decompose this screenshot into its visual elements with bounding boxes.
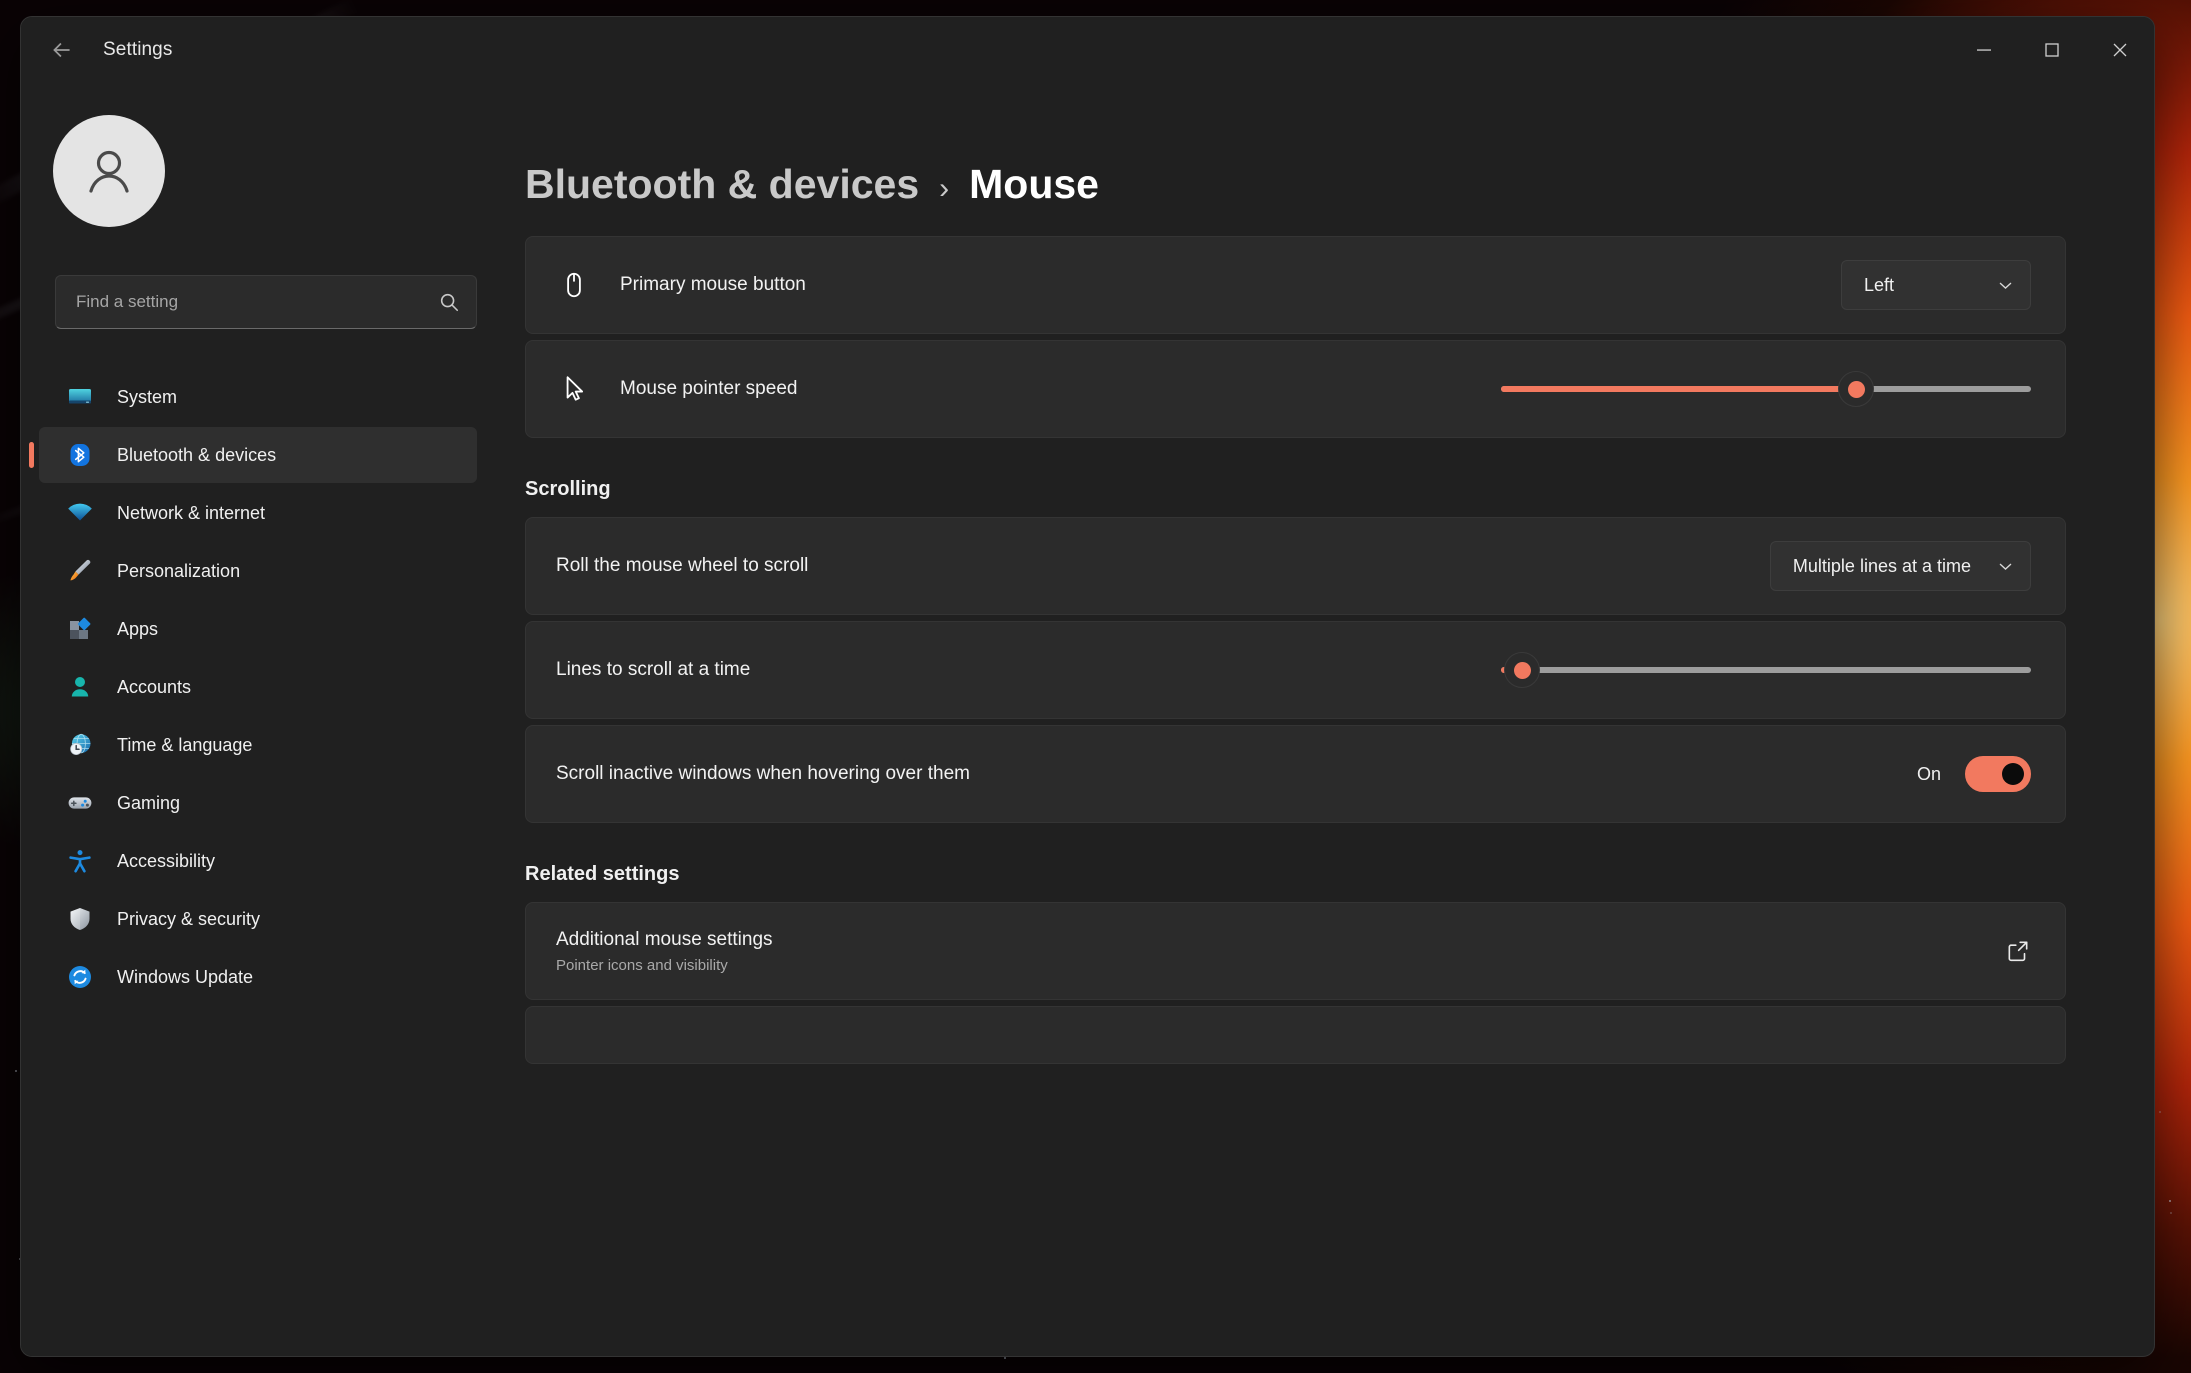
additional-mouse-settings-label: Additional mouse settings: [556, 929, 773, 951]
slider-thumb[interactable]: [1838, 371, 1874, 407]
close-button[interactable]: [2086, 17, 2154, 83]
user-avatar-icon: [77, 139, 141, 203]
mouse-pointer-speed-slider[interactable]: [1501, 367, 2031, 411]
wifi-icon: [65, 498, 95, 528]
page-title: Mouse: [969, 161, 1099, 208]
cursor-arrow-icon: [556, 374, 592, 404]
mouse-wheel-scroll-label: Roll the mouse wheel to scroll: [556, 555, 808, 577]
mouse-icon: [556, 270, 592, 300]
window-controls: [1950, 17, 2154, 83]
mouse-wheel-scroll-row[interactable]: Roll the mouse wheel to scroll Multiple …: [525, 517, 2066, 615]
close-icon: [2110, 40, 2130, 60]
search-icon: [438, 291, 460, 313]
back-arrow-icon: [49, 37, 75, 63]
toggle-state-label: On: [1917, 764, 1941, 785]
chevron-down-icon: [1997, 558, 2014, 575]
breadcrumb: Bluetooth & devices › Mouse: [525, 161, 2066, 208]
bluetooth-icon: [65, 440, 95, 470]
slider-track: [1501, 667, 2031, 673]
title-bar: Settings: [21, 17, 2154, 83]
mouse-pointer-speed-row[interactable]: Mouse pointer speed: [525, 340, 2066, 438]
slider-thumb[interactable]: [1504, 652, 1540, 688]
window-body: System Bluetooth & devices: [21, 83, 2154, 1356]
paintbrush-icon: [65, 556, 95, 586]
app-title: Settings: [103, 39, 172, 61]
clock-globe-icon: [65, 730, 95, 760]
maximize-icon: [2043, 41, 2061, 59]
sidebar-item-windows-update[interactable]: Windows Update: [39, 949, 477, 1005]
lines-to-scroll-label: Lines to scroll at a time: [556, 659, 750, 681]
slider-fill: [1501, 386, 1856, 392]
additional-mouse-settings-sub: Pointer icons and visibility: [556, 957, 773, 974]
primary-mouse-button-dropdown[interactable]: Left: [1841, 260, 2031, 310]
settings-window: Settings: [20, 16, 2155, 1357]
sidebar-item-label: Bluetooth & devices: [117, 445, 276, 466]
sidebar-item-system[interactable]: System: [39, 369, 477, 425]
related-settings-title: Related settings: [525, 863, 2066, 886]
sidebar-item-gaming[interactable]: Gaming: [39, 775, 477, 831]
dropdown-selected-value: Left: [1864, 275, 1894, 296]
primary-mouse-button-label: Primary mouse button: [620, 274, 806, 296]
person-icon: [65, 672, 95, 702]
toggle-group: On: [1917, 756, 2031, 792]
chevron-down-icon: [1997, 277, 2014, 294]
shield-icon: [65, 904, 95, 934]
refresh-icon: [65, 962, 95, 992]
sidebar-item-bluetooth-devices[interactable]: Bluetooth & devices: [39, 427, 477, 483]
sidebar-item-label: System: [117, 387, 177, 408]
lines-to-scroll-row[interactable]: Lines to scroll at a time: [525, 621, 2066, 719]
gamepad-icon: [65, 788, 95, 818]
lines-to-scroll-slider[interactable]: [1501, 648, 2031, 692]
sidebar-item-personalization[interactable]: Personalization: [39, 543, 477, 599]
sidebar-item-label: Gaming: [117, 793, 180, 814]
sidebar-item-label: Accessibility: [117, 851, 215, 872]
search-box[interactable]: [55, 275, 477, 329]
additional-mouse-settings-row[interactable]: Additional mouse settings Pointer icons …: [525, 902, 2066, 1000]
sidebar-item-label: Accounts: [117, 677, 191, 698]
desktop-wallpaper: Settings: [0, 0, 2191, 1373]
selection-indicator: [29, 442, 34, 468]
sidebar-item-label: Apps: [117, 619, 158, 640]
primary-mouse-button-row[interactable]: Primary mouse button Left: [525, 236, 2066, 334]
maximize-button[interactable]: [2018, 17, 2086, 83]
sidebar-item-privacy-security[interactable]: Privacy & security: [39, 891, 477, 947]
scroll-inactive-windows-row[interactable]: Scroll inactive windows when hovering ov…: [525, 725, 2066, 823]
mouse-wheel-scroll-dropdown[interactable]: Multiple lines at a time: [1770, 541, 2031, 591]
sidebar-item-label: Personalization: [117, 561, 240, 582]
scrolling-section-title: Scrolling: [525, 478, 2066, 501]
sidebar-item-time-language[interactable]: Time & language: [39, 717, 477, 773]
mouse-pointer-speed-label: Mouse pointer speed: [620, 378, 797, 400]
main-content: Bluetooth & devices › Mouse Primary mous…: [507, 83, 2154, 1356]
sidebar-item-label: Windows Update: [117, 967, 253, 988]
sidebar-item-label: Network & internet: [117, 503, 265, 524]
scroll-inactive-windows-toggle[interactable]: [1965, 756, 2031, 792]
accessibility-icon: [65, 846, 95, 876]
sidebar-item-apps[interactable]: Apps: [39, 601, 477, 657]
sidebar-item-accessibility[interactable]: Accessibility: [39, 833, 477, 889]
breadcrumb-parent-link[interactable]: Bluetooth & devices: [525, 161, 919, 208]
sidebar-nav: System Bluetooth & devices: [21, 369, 507, 1005]
scroll-inactive-windows-label: Scroll inactive windows when hovering ov…: [556, 763, 970, 785]
next-setting-row-partial[interactable]: [525, 1006, 2066, 1064]
dropdown-selected-value: Multiple lines at a time: [1793, 556, 1971, 577]
sidebar-item-accounts[interactable]: Accounts: [39, 659, 477, 715]
toggle-knob: [2002, 763, 2024, 785]
minimize-icon: [1975, 41, 1993, 59]
sidebar-item-label: Time & language: [117, 735, 252, 756]
sidebar: System Bluetooth & devices: [21, 83, 507, 1356]
sidebar-item-label: Privacy & security: [117, 909, 260, 930]
avatar[interactable]: [53, 115, 165, 227]
back-button[interactable]: [39, 27, 85, 73]
breadcrumb-separator-icon: ›: [939, 172, 949, 206]
monitor-icon: [65, 382, 95, 412]
apps-icon: [65, 614, 95, 644]
card-text-block: Additional mouse settings Pointer icons …: [556, 929, 773, 974]
search-input[interactable]: [76, 292, 438, 312]
minimize-button[interactable]: [1950, 17, 2018, 83]
external-link-icon: [2005, 938, 2031, 964]
sidebar-item-network-internet[interactable]: Network & internet: [39, 485, 477, 541]
